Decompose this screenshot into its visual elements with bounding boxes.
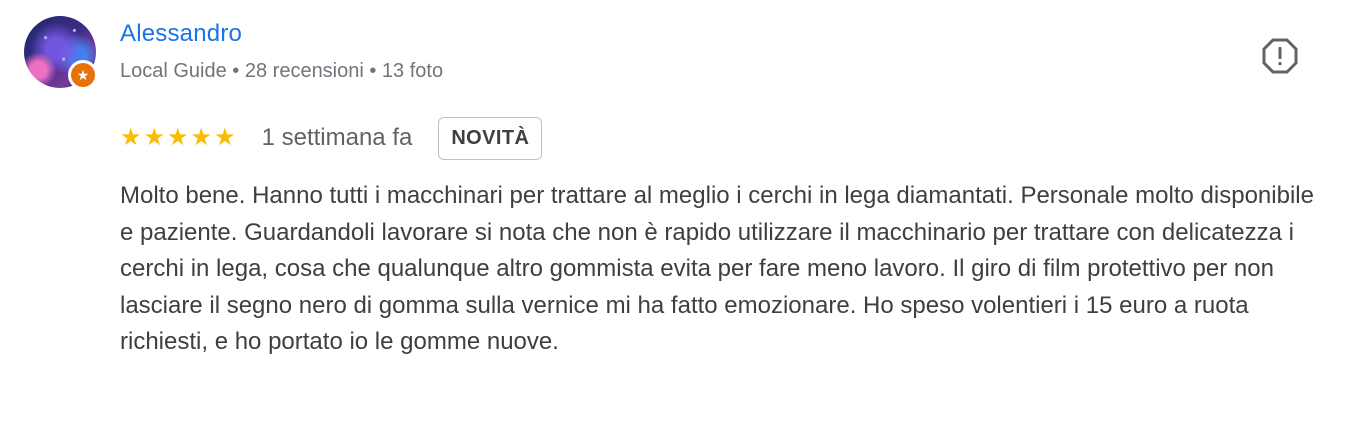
review-time: 1 settimana fa [261, 124, 413, 151]
star-icon: ★ [214, 124, 236, 151]
star-icon: ★ [167, 124, 189, 151]
new-tag-badge: NOVITÀ [438, 116, 543, 160]
star-icon: ★ [190, 124, 213, 151]
star-icon: ★ [120, 124, 142, 151]
rating-row: ★ ★ ★ ★ ★ 1 settimana fa NOVITÀ [120, 116, 543, 160]
star-rating: ★ ★ ★ ★ ★ [120, 126, 236, 150]
reviewer-meta: Local Guide • 28 recensioni • 13 foto [120, 60, 444, 82]
star-icon: ★ [143, 124, 166, 151]
review-text: Molto bene. Hanno tutti i macchinari per… [120, 182, 1314, 356]
reviewer-name[interactable]: Alessandro [120, 20, 242, 48]
local-guide-badge-icon: ★ [68, 60, 98, 90]
report-icon[interactable] [1262, 38, 1298, 74]
